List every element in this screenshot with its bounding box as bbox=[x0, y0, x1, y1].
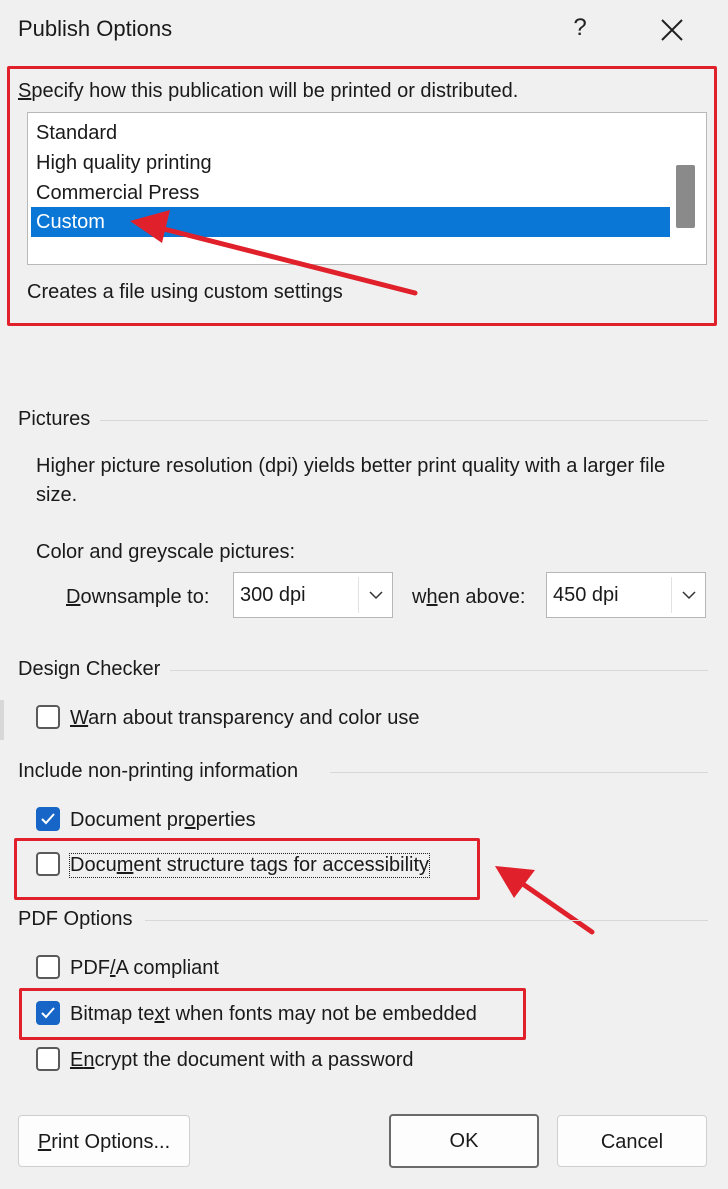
doc-props-rest: perties bbox=[195, 809, 256, 831]
document-properties-checkbox[interactable] bbox=[36, 807, 60, 831]
print-options-mnemonic: P bbox=[37, 1131, 52, 1153]
chevron-down-icon bbox=[682, 591, 696, 600]
annotation-box-structure-tags bbox=[14, 838, 480, 900]
when-above-rest: en above: bbox=[437, 586, 526, 608]
non-printing-group-title: Include non-printing information bbox=[18, 760, 299, 782]
annotation-box-bitmap-text bbox=[19, 988, 526, 1040]
color-greyscale-label: Color and greyscale pictures: bbox=[36, 541, 296, 563]
warn-transparency-checkbox[interactable] bbox=[36, 705, 60, 729]
downsample-mnemonic: D bbox=[66, 586, 81, 608]
design-checker-divider bbox=[170, 670, 708, 671]
print-options-label: rint Options... bbox=[51, 1131, 171, 1153]
encrypt-checkbox[interactable] bbox=[36, 1047, 60, 1071]
pdf-options-divider bbox=[145, 920, 708, 921]
encrypt-mnemonic: E bbox=[70, 1049, 84, 1071]
encrypt-mnemonic-n: n bbox=[83, 1049, 95, 1071]
warn-mnemonic: W bbox=[70, 707, 89, 729]
downsample-label: Downsample to: bbox=[66, 586, 209, 609]
doc-props-pre: Document pr bbox=[70, 809, 185, 831]
when-above-select[interactable]: 450 dpi bbox=[546, 572, 706, 618]
when-above-label: when above: bbox=[412, 586, 525, 609]
pdfa-checkbox[interactable] bbox=[36, 955, 60, 979]
pdf-options-group-title: PDF Options bbox=[18, 908, 133, 930]
warn-transparency-label[interactable]: Warn about transparency and color use bbox=[70, 707, 419, 730]
document-properties-label[interactable]: Document properties bbox=[70, 809, 256, 832]
when-above-value: 450 dpi bbox=[553, 584, 619, 606]
non-printing-divider bbox=[330, 772, 708, 773]
pdfa-rest: A compliant bbox=[115, 957, 219, 979]
cancel-button[interactable]: Cancel bbox=[557, 1115, 707, 1167]
downsample-select[interactable]: 300 dpi bbox=[233, 572, 393, 618]
checkmark-icon bbox=[41, 813, 55, 825]
encrypt-label[interactable]: Encrypt the document with a password bbox=[70, 1049, 414, 1072]
when-above-pre: w bbox=[412, 586, 427, 608]
pictures-group-title: Pictures bbox=[18, 408, 91, 430]
warn-rest: arn about transparency and color use bbox=[88, 707, 420, 729]
pdfa-pre: PDF bbox=[70, 957, 110, 979]
pdfa-label[interactable]: PDF/A compliant bbox=[70, 957, 219, 980]
doc-props-mnemonic: o bbox=[184, 809, 196, 831]
downsample-value: 300 dpi bbox=[240, 584, 306, 606]
pictures-divider bbox=[100, 420, 708, 421]
chevron-down-icon bbox=[369, 591, 383, 600]
ok-button[interactable]: OK bbox=[389, 1114, 539, 1168]
pictures-info-line1: Higher picture resolution (dpi) yields b… bbox=[36, 455, 666, 477]
downsample-label-text: ownsample to: bbox=[80, 586, 210, 608]
pictures-info-line2: size. bbox=[36, 484, 78, 506]
design-checker-group-title: Design Checker bbox=[18, 658, 161, 680]
when-above-mnemonic: h bbox=[426, 586, 438, 608]
print-options-button[interactable]: Print Options... bbox=[18, 1115, 190, 1167]
encrypt-rest: crypt the document with a password bbox=[94, 1049, 414, 1071]
